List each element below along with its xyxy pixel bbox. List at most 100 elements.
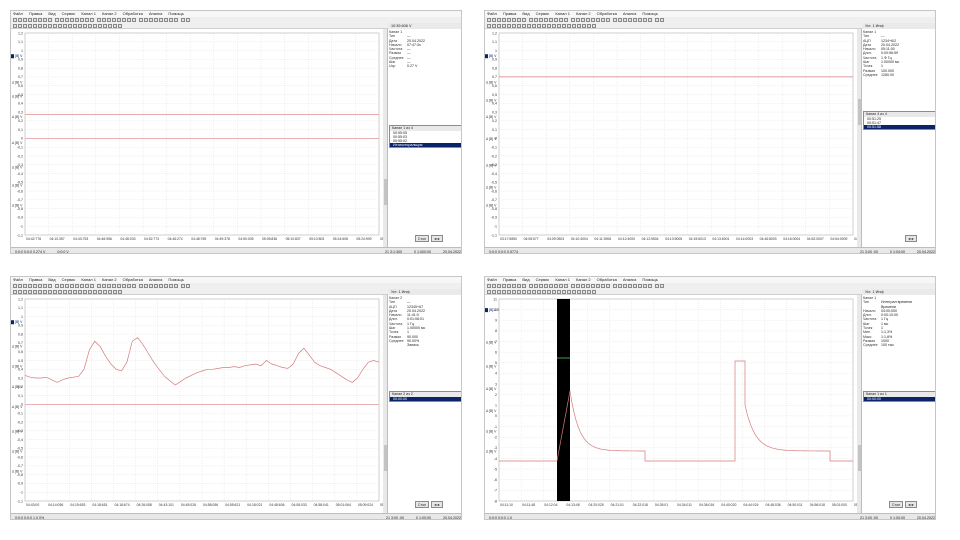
toolbar-button[interactable] bbox=[154, 284, 158, 288]
toolbar-button[interactable] bbox=[43, 23, 47, 28]
toolbar-button[interactable] bbox=[55, 284, 59, 288]
toolbar-button[interactable] bbox=[512, 284, 516, 288]
toolbar-button[interactable] bbox=[559, 284, 563, 288]
toolbar-button[interactable] bbox=[576, 18, 580, 22]
nav-arrows-button[interactable]: ◄► bbox=[905, 235, 917, 242]
toolbar-button[interactable] bbox=[112, 18, 116, 22]
toolbar-button[interactable] bbox=[107, 18, 111, 22]
toolbar-button[interactable] bbox=[606, 18, 610, 22]
toolbar-button[interactable] bbox=[638, 284, 642, 288]
toolbar-button[interactable] bbox=[618, 18, 622, 22]
toolbar-button[interactable] bbox=[13, 284, 17, 288]
toolbar-button[interactable] bbox=[559, 18, 563, 22]
toolbar-button[interactable] bbox=[88, 289, 92, 294]
toolbar-button[interactable] bbox=[497, 18, 501, 22]
toolbar-button[interactable] bbox=[149, 284, 153, 288]
toolbar-button[interactable] bbox=[606, 284, 610, 288]
toolbar-button[interactable] bbox=[139, 18, 143, 22]
toolbar-button[interactable] bbox=[18, 23, 22, 28]
toolbar-button[interactable] bbox=[78, 289, 82, 294]
toolbar-button[interactable] bbox=[181, 18, 185, 22]
toolbar-button[interactable] bbox=[502, 23, 506, 28]
toolbar-button[interactable] bbox=[108, 23, 112, 28]
toolbar-button[interactable] bbox=[13, 23, 17, 28]
toolbar-button[interactable] bbox=[529, 284, 533, 288]
toolbar-button[interactable] bbox=[539, 18, 543, 22]
toolbar-button[interactable] bbox=[107, 284, 111, 288]
toolbar-button[interactable] bbox=[90, 284, 94, 288]
toolbar-button[interactable] bbox=[85, 284, 89, 288]
toolbar-button[interactable] bbox=[534, 284, 538, 288]
toolbar-button[interactable] bbox=[613, 18, 617, 22]
scroll-thumb[interactable] bbox=[857, 445, 861, 471]
toolbar-button[interactable] bbox=[572, 23, 576, 28]
toolbar-button[interactable] bbox=[48, 284, 52, 288]
toolbar-button[interactable] bbox=[487, 284, 491, 288]
toolbar-button[interactable] bbox=[55, 18, 59, 22]
toolbar-button[interactable] bbox=[70, 284, 74, 288]
toolbar-button[interactable] bbox=[532, 289, 536, 294]
toolbar-button[interactable] bbox=[655, 284, 659, 288]
toolbar-button[interactable] bbox=[552, 23, 556, 28]
toolbar-button[interactable] bbox=[63, 289, 67, 294]
toolbar-button[interactable] bbox=[149, 18, 153, 22]
toolbar-button[interactable] bbox=[507, 18, 511, 22]
toolbar-button[interactable] bbox=[113, 23, 117, 28]
toolbar-button[interactable] bbox=[517, 23, 521, 28]
toolbar-button[interactable] bbox=[117, 18, 121, 22]
toolbar-button[interactable] bbox=[596, 284, 600, 288]
toolbar-button[interactable] bbox=[169, 284, 173, 288]
toolbar-button[interactable] bbox=[576, 284, 580, 288]
toolbar-button[interactable] bbox=[60, 18, 64, 22]
toolbar-button[interactable] bbox=[112, 284, 116, 288]
toolbar-button[interactable] bbox=[592, 23, 596, 28]
toolbar-button[interactable] bbox=[643, 284, 647, 288]
toolbar-button[interactable] bbox=[83, 289, 87, 294]
toolbar-button[interactable] bbox=[517, 289, 521, 294]
channel-list[interactable]: Канал 2 из 2 00:00:00 bbox=[389, 391, 461, 402]
toolbar-button[interactable] bbox=[113, 289, 117, 294]
toolbar-button[interactable] bbox=[53, 23, 57, 28]
channel-list[interactable]: Канал 1 из 4 00:55:05 00:55:03 00:55:02 Ихти… bbox=[389, 125, 461, 149]
toolbar-button[interactable] bbox=[164, 18, 168, 22]
toolbar-button[interactable] bbox=[618, 284, 622, 288]
toolbar-button[interactable] bbox=[48, 23, 52, 28]
toolbar-button[interactable] bbox=[591, 18, 595, 22]
toolbar-button[interactable] bbox=[127, 18, 131, 22]
toolbar-button[interactable] bbox=[507, 284, 511, 288]
toolbar-button[interactable] bbox=[13, 289, 17, 294]
toolbar-button[interactable] bbox=[601, 284, 605, 288]
toolbar-button[interactable] bbox=[174, 284, 178, 288]
toolbar-button[interactable] bbox=[487, 18, 491, 22]
toolbar-button[interactable] bbox=[28, 23, 32, 28]
toolbar-button[interactable] bbox=[78, 23, 82, 28]
toolbar-button[interactable] bbox=[497, 289, 501, 294]
toolbar-button[interactable] bbox=[164, 284, 168, 288]
toolbar-button[interactable] bbox=[73, 23, 77, 28]
toolbar-button[interactable] bbox=[507, 23, 511, 28]
toolbar-button[interactable] bbox=[544, 18, 548, 22]
toolbar-button[interactable] bbox=[23, 18, 27, 22]
toolbar-button[interactable] bbox=[33, 23, 37, 28]
toolbar-button[interactable] bbox=[132, 284, 136, 288]
toolbar-button[interactable] bbox=[522, 289, 526, 294]
toolbar-button[interactable] bbox=[577, 289, 581, 294]
toolbar-button[interactable] bbox=[127, 284, 131, 288]
toolbar-button[interactable] bbox=[118, 289, 122, 294]
toolbar-button[interactable] bbox=[65, 284, 69, 288]
toolbar-button[interactable] bbox=[507, 289, 511, 294]
toolbar-button[interactable] bbox=[547, 289, 551, 294]
toolbar-button[interactable] bbox=[28, 289, 32, 294]
toolbar-button[interactable] bbox=[554, 18, 558, 22]
toolbar-button[interactable] bbox=[23, 289, 27, 294]
toolbar-button[interactable] bbox=[527, 23, 531, 28]
toolbar-button[interactable] bbox=[33, 18, 37, 22]
toolbar-button[interactable] bbox=[103, 289, 107, 294]
nav-arrows-button[interactable]: ◄► bbox=[431, 501, 443, 508]
toolbar-button[interactable] bbox=[186, 18, 190, 22]
toolbar-button[interactable] bbox=[154, 18, 158, 22]
scroll-thumb[interactable] bbox=[857, 99, 861, 125]
toolbar-button[interactable] bbox=[596, 18, 600, 22]
toolbar-button[interactable] bbox=[492, 284, 496, 288]
toolbar-button[interactable] bbox=[68, 289, 72, 294]
